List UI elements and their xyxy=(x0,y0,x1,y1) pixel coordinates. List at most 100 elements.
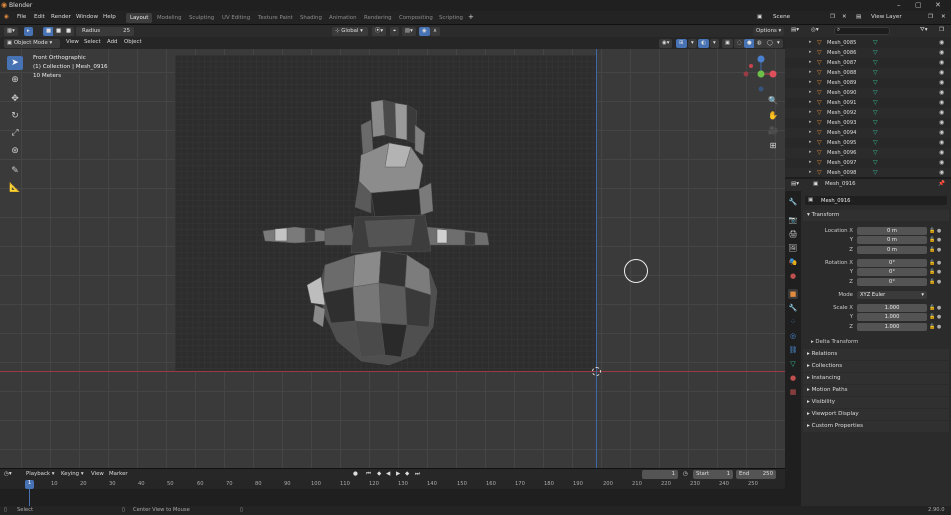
lock-icon[interactable]: 🔓 ● xyxy=(929,260,941,266)
play-icon[interactable]: ▶ xyxy=(396,471,400,477)
menu-add[interactable]: Add xyxy=(107,39,117,45)
3d-viewport[interactable]: Front Orthographic (1) Collection | Mesh… xyxy=(0,49,785,468)
eye-icon[interactable]: ◉ xyxy=(939,109,944,116)
eye-icon[interactable]: ◉ xyxy=(939,159,944,166)
viewport-display-panel[interactable]: ▸ Viewport Display xyxy=(803,409,949,420)
physics-tab-icon[interactable]: ◎ xyxy=(788,331,798,341)
tab-scripting[interactable]: Scripting xyxy=(435,13,467,23)
modifier-tab-icon[interactable]: 🔧 xyxy=(788,303,798,313)
select-tool-icon[interactable]: ▸ xyxy=(24,27,33,36)
eye-icon[interactable]: ◉ xyxy=(939,59,944,66)
eye-icon[interactable]: ◉ xyxy=(939,69,944,76)
particles-tab-icon[interactable]: ⁘ xyxy=(788,317,798,327)
list-item[interactable]: ▸ ▽ Mesh_0098 ▽ ◉ xyxy=(785,168,951,177)
eye-icon[interactable]: ◉ xyxy=(939,139,944,146)
expand-icon[interactable]: ▸ xyxy=(809,99,812,105)
tab-animation[interactable]: Animation xyxy=(325,13,360,23)
zoom-icon[interactable]: 🔍 xyxy=(767,96,779,108)
proportional-edit-icon[interactable]: ◉ xyxy=(419,27,430,36)
gizmo-dropdown-icon[interactable]: ▾ xyxy=(688,39,697,48)
list-item[interactable]: ▸ ▽ Mesh_0085 ▽ ◉ xyxy=(785,38,951,48)
transform-orientation-dropdown[interactable]: ⊹ Global ▾ xyxy=(332,27,368,36)
lock-icon[interactable]: 🔓 ● xyxy=(929,237,941,243)
next-keyframe-icon[interactable]: ◆ xyxy=(405,471,409,477)
world-tab-icon[interactable]: ● xyxy=(788,271,798,281)
current-frame-field[interactable]: 1 xyxy=(642,470,678,479)
view-layer-close-icon[interactable]: ✕ xyxy=(941,14,946,20)
motion-paths-panel[interactable]: ▸ Motion Paths xyxy=(803,385,949,396)
constraints-tab-icon[interactable]: ⛓ xyxy=(788,345,798,355)
mesh-model[interactable] xyxy=(175,55,596,372)
playhead[interactable]: 1 xyxy=(25,480,34,489)
rotation-y-field[interactable]: 0° xyxy=(857,268,927,276)
menu-render[interactable]: Render xyxy=(51,14,71,20)
maximize-button[interactable]: ▢ xyxy=(915,1,922,9)
list-item[interactable]: ▸ ▽ Mesh_0087 ▽ ◉ xyxy=(785,58,951,68)
gizmo-icon[interactable]: ⊞ xyxy=(676,39,687,48)
eye-icon[interactable]: ◉ xyxy=(939,79,944,86)
start-frame-field[interactable]: Start 1 xyxy=(693,470,733,479)
outliner-editor-icon[interactable]: ▤▾ xyxy=(791,27,799,33)
eye-icon[interactable]: ◉ xyxy=(939,49,944,56)
scale-x-field[interactable]: 1.000 xyxy=(857,304,927,312)
display-mode-icon[interactable]: ◎▾ xyxy=(811,27,819,33)
menu-playback[interactable]: Playback ▾ xyxy=(26,471,54,477)
camera-view-icon[interactable]: 🎥 xyxy=(767,126,779,138)
menu-marker[interactable]: Marker xyxy=(109,471,128,477)
snap-settings-icon[interactable]: ▤▾ xyxy=(402,27,416,36)
list-item[interactable]: ▸ ▽ Mesh_0089 ▽ ◉ xyxy=(785,78,951,88)
location-y-field[interactable]: 0 m xyxy=(857,236,927,244)
tab-modeling[interactable]: Modeling xyxy=(153,13,186,23)
list-item[interactable]: ▸ ▽ Mesh_0090 ▽ ◉ xyxy=(785,88,951,98)
prev-keyframe-icon[interactable]: ◆ xyxy=(377,471,381,477)
tab-sculpting[interactable]: Sculpting xyxy=(185,13,218,23)
list-item[interactable]: ▸ ▽ Mesh_0092 ▽ ◉ xyxy=(785,108,951,118)
lock-icon[interactable]: 🔓 ● xyxy=(929,279,941,285)
tab-shading[interactable]: Shading xyxy=(296,13,326,23)
menu-timeline-view[interactable]: View xyxy=(91,471,104,477)
radius-field[interactable]: Radius 25 xyxy=(76,27,134,36)
list-item[interactable]: ▸ ▽ Mesh_0095 ▽ ◉ xyxy=(785,138,951,148)
xray-icon[interactable]: ▣ xyxy=(722,39,734,48)
rotation-x-field[interactable]: 0° xyxy=(857,259,927,267)
eye-icon[interactable]: ◉ xyxy=(939,129,944,136)
custom-properties-panel[interactable]: ▸ Custom Properties xyxy=(803,421,949,432)
blender-menu-icon[interactable]: ◉ xyxy=(4,14,9,20)
timeline-editor-icon[interactable]: ◷▾ xyxy=(4,471,12,477)
lock-icon[interactable]: 🔓 ● xyxy=(929,228,941,234)
perspective-grid-icon[interactable]: ⊞ xyxy=(767,141,779,153)
end-frame-field[interactable]: End 250 xyxy=(736,470,776,479)
frame-ruler[interactable]: 10 20 30 40 50 60 70 80 90 100 110 120 1… xyxy=(0,480,785,489)
render-tab-icon[interactable]: 📷 xyxy=(788,215,798,225)
expand-icon[interactable]: ▸ xyxy=(809,119,812,125)
location-z-field[interactable]: 0 m xyxy=(857,246,927,254)
properties-editor-icon[interactable]: ▤▾ xyxy=(791,181,799,187)
tab-rendering[interactable]: Rendering xyxy=(360,13,396,23)
data-tab-icon[interactable]: ▽ xyxy=(788,359,798,369)
lock-icon[interactable]: 🔓 ● xyxy=(929,305,941,311)
annotate-tool-icon[interactable]: ✎ xyxy=(7,164,23,178)
expand-icon[interactable]: ▸ xyxy=(809,59,812,65)
lock-icon[interactable]: 🔓 ● xyxy=(929,314,941,320)
expand-icon[interactable]: ▸ xyxy=(809,89,812,95)
overlay-dropdown-icon[interactable]: ▾ xyxy=(710,39,719,48)
collections-panel[interactable]: ▸ Collections xyxy=(803,361,949,372)
overlay-icon[interactable]: ◐ xyxy=(698,39,709,48)
texture-tab-icon[interactable]: ▦ xyxy=(788,387,798,397)
visibility-icon[interactable]: ◉▾ xyxy=(659,39,673,48)
scale-y-field[interactable]: 1.000 xyxy=(857,313,927,321)
view-layer-name[interactable]: View Layer xyxy=(871,14,902,20)
navigation-gizmo[interactable] xyxy=(740,51,784,93)
object-tab-icon[interactable]: ■ xyxy=(788,289,798,299)
expand-icon[interactable]: ▸ xyxy=(809,49,812,55)
play-reverse-icon[interactable]: ◀ xyxy=(386,471,390,477)
list-item[interactable]: ▸ ▽ Mesh_0094 ▽ ◉ xyxy=(785,128,951,138)
options-dropdown[interactable]: Options ▾ xyxy=(753,27,785,36)
scene-tab-icon[interactable]: 🎭 xyxy=(788,257,798,267)
list-item[interactable]: ▸ ▽ Mesh_0086 ▽ ◉ xyxy=(785,48,951,58)
expand-icon[interactable]: ▸ xyxy=(809,139,812,145)
tab-layout[interactable]: Layout xyxy=(126,13,153,23)
material-tab-icon[interactable]: ● xyxy=(788,373,798,383)
relations-panel[interactable]: ▸ Relations xyxy=(803,349,949,360)
list-item[interactable]: ▸ ▽ Mesh_0096 ▽ ◉ xyxy=(785,148,951,158)
